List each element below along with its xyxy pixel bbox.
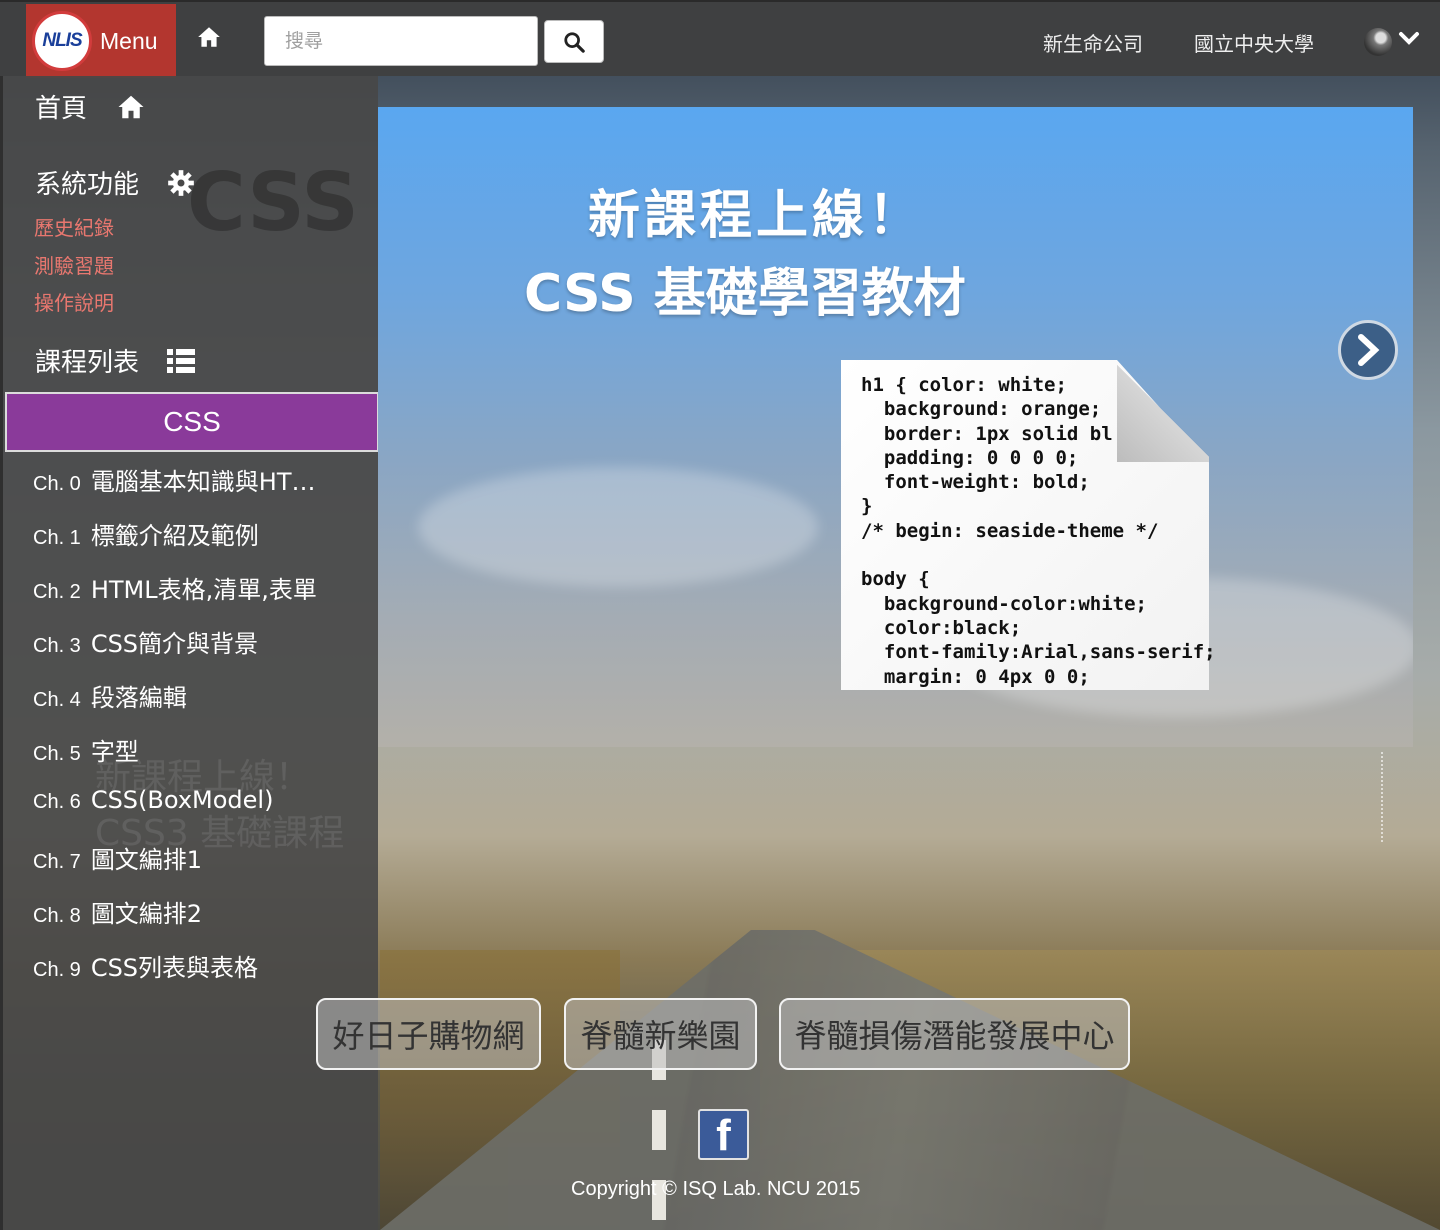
copyright-text: Copyright © ISQ Lab. NCU 2015: [571, 1178, 861, 1200]
chapter-title: CSS(BoxModel): [90, 786, 274, 814]
chapter-number: Ch. 8: [33, 905, 81, 927]
facebook-icon[interactable]: f: [698, 1109, 749, 1160]
link-button-shopping[interactable]: 好日子購物網: [316, 998, 541, 1070]
chapter-item[interactable]: Ch. 3 CSS簡介與背景: [33, 624, 258, 659]
chapter-number: Ch. 5: [33, 743, 81, 765]
chevron-down-icon[interactable]: [1398, 30, 1420, 48]
chapter-title: 電腦基本知識與HT…: [90, 468, 316, 496]
chapter-number: Ch. 1: [33, 527, 81, 549]
banner-subtitle: CSS 基礎學習教材: [524, 264, 966, 324]
chapter-item[interactable]: Ch. 8 圖文編排2: [33, 894, 202, 929]
home-icon[interactable]: [196, 24, 222, 50]
nlis-logo: NLIS: [32, 11, 92, 71]
chapter-title: 圖文編排2: [90, 900, 203, 928]
chapter-title: CSS簡介與背景: [90, 630, 259, 658]
chapter-number: Ch. 0: [33, 473, 81, 495]
chapter-number: Ch. 7: [33, 851, 81, 873]
course-item-css-active[interactable]: CSS: [5, 392, 378, 452]
search-button[interactable]: [544, 20, 604, 63]
chevron-right-icon: [1358, 334, 1380, 366]
cloud: [418, 467, 818, 587]
chapter-number: Ch. 6: [33, 791, 81, 813]
search-icon: [564, 31, 585, 53]
sidebar-home[interactable]: 首頁: [35, 88, 147, 125]
user-avatar[interactable]: [1364, 28, 1392, 56]
chapter-title: 標籤介紹及範例: [90, 522, 259, 550]
sidebar-course-list-label: 課程列表: [35, 348, 140, 378]
sidebar-system-heading: 系統功能: [35, 164, 195, 201]
chapter-item[interactable]: Ch. 1 標籤介紹及範例: [33, 516, 259, 551]
sidebar-home-label: 首頁: [35, 94, 88, 124]
sidebar-item-help[interactable]: 操作說明: [34, 287, 114, 316]
top-navbar: NLIS Menu 新生命公司 國立中央大學: [0, 0, 1440, 78]
chapter-title: CSS列表與表格: [90, 954, 259, 982]
nav-link-ncu[interactable]: 國立中央大學: [1194, 28, 1314, 57]
chapter-number: Ch. 9: [33, 959, 81, 981]
chapter-title: 字型: [90, 738, 139, 766]
decorative-divider: [1381, 752, 1383, 842]
banner-title: 新課程上線！: [588, 186, 925, 246]
chapter-item[interactable]: Ch. 0 電腦基本知識與HT…: [33, 462, 316, 497]
carousel-next-button[interactable]: [1338, 320, 1398, 380]
course-banner: 新課程上線！ CSS 基礎學習教材 h1 { color: white; bac…: [378, 107, 1413, 747]
sidebar-item-history[interactable]: 歷史紀錄: [34, 212, 114, 241]
code-sample: h1 { color: white; background: orange; b…: [861, 374, 1216, 688]
chapter-number: Ch. 4: [33, 689, 81, 711]
nav-link-newlife[interactable]: 新生命公司: [1043, 28, 1143, 57]
chapter-item[interactable]: Ch. 5 字型: [33, 732, 139, 767]
chapter-item[interactable]: Ch. 6 CSS(BoxModel): [33, 786, 273, 814]
list-icon: [167, 348, 196, 373]
search-input[interactable]: [264, 16, 538, 66]
chapter-number: Ch. 3: [33, 635, 81, 657]
chapter-number: Ch. 2: [33, 581, 81, 603]
link-button-spinal-paradise[interactable]: 脊髓新樂園: [564, 998, 757, 1070]
chapter-title: HTML表格,清單,表單: [90, 576, 317, 604]
chapter-item[interactable]: Ch. 4 段落編輯: [33, 678, 187, 713]
sidebar-item-quiz[interactable]: 測驗習題: [34, 250, 114, 279]
sidebar-course-list-heading: 課程列表: [35, 342, 196, 379]
chapter-item[interactable]: Ch. 7 圖文編排1: [33, 840, 202, 875]
chapter-item[interactable]: Ch. 2 HTML表格,清單,表單: [33, 570, 317, 605]
link-button-spinal-center[interactable]: 脊髓損傷潛能發展中心: [779, 998, 1130, 1070]
chapter-item[interactable]: Ch. 9 CSS列表與表格: [33, 948, 258, 983]
menu-toggle-button[interactable]: NLIS Menu: [26, 4, 176, 78]
background-css-logo: CSS: [187, 156, 359, 249]
sidebar-system-label: 系統功能: [35, 170, 140, 200]
menu-label: Menu: [100, 27, 158, 54]
chapter-title: 段落編輯: [90, 684, 187, 712]
gear-icon: [168, 169, 194, 196]
home-icon: [118, 95, 144, 118]
chapter-title: 圖文編排1: [90, 846, 203, 874]
